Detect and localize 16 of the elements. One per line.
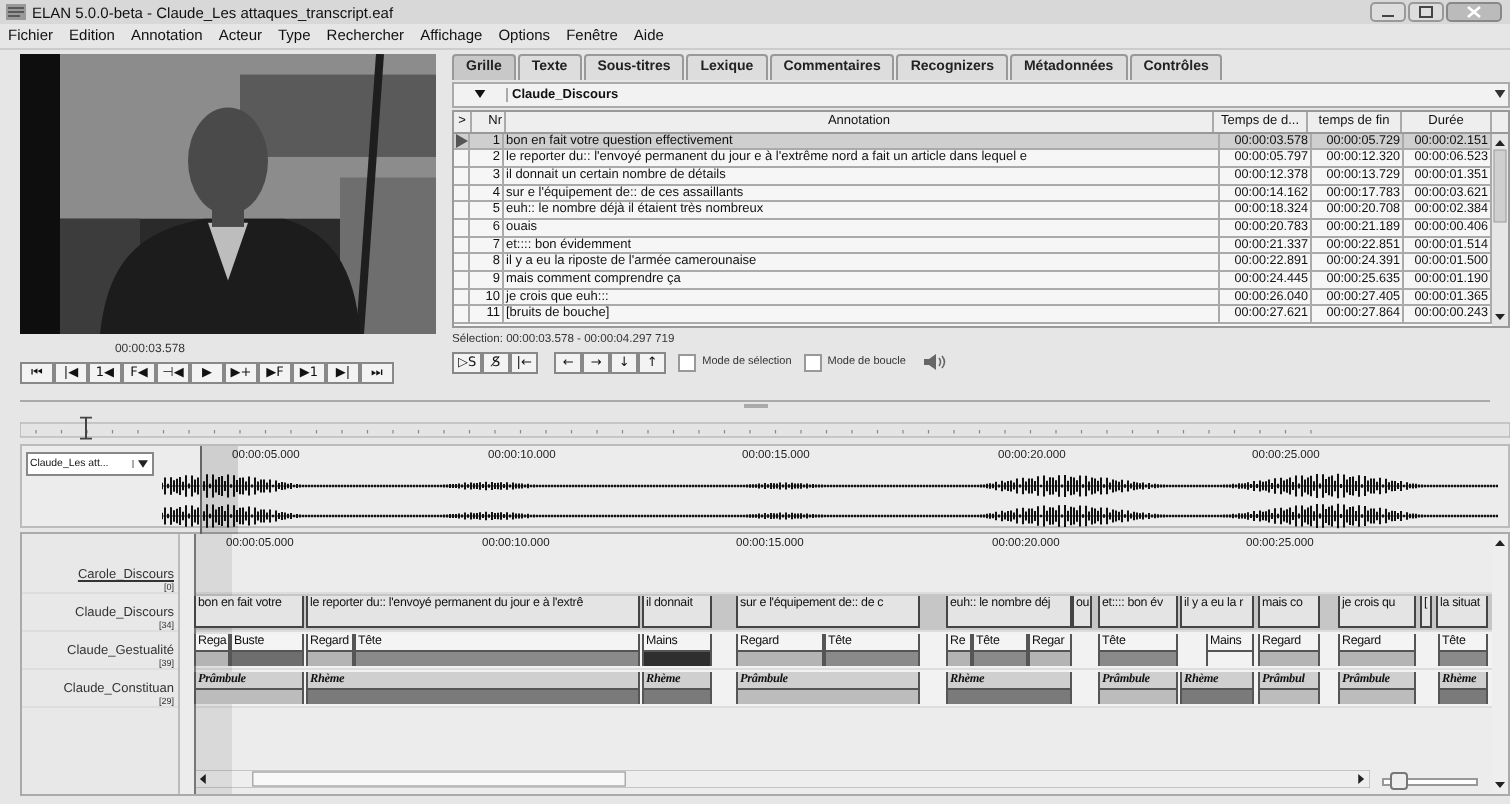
checkbox[interactable] — [678, 353, 697, 372]
scrollbar[interactable] — [1492, 133, 1508, 326]
current-row-icon — [456, 133, 468, 148]
checkbox[interactable] — [803, 353, 822, 372]
maximize-icon[interactable] — [1408, 2, 1444, 23]
dropdown-arrow-icon — [1494, 90, 1506, 99]
splitter-handle[interactable] — [743, 403, 767, 408]
scrollbar[interactable] — [194, 770, 1370, 788]
minimize-icon[interactable] — [1370, 2, 1406, 23]
slider-thumb[interactable] — [1390, 771, 1408, 789]
close-icon[interactable] — [1446, 2, 1502, 23]
app-icon — [6, 4, 26, 21]
zoom-slider[interactable] — [1382, 771, 1478, 787]
speaker-icon[interactable] — [921, 352, 946, 373]
dropdown-arrow-icon — [132, 459, 148, 468]
dropdown-arrow-icon — [474, 90, 486, 99]
